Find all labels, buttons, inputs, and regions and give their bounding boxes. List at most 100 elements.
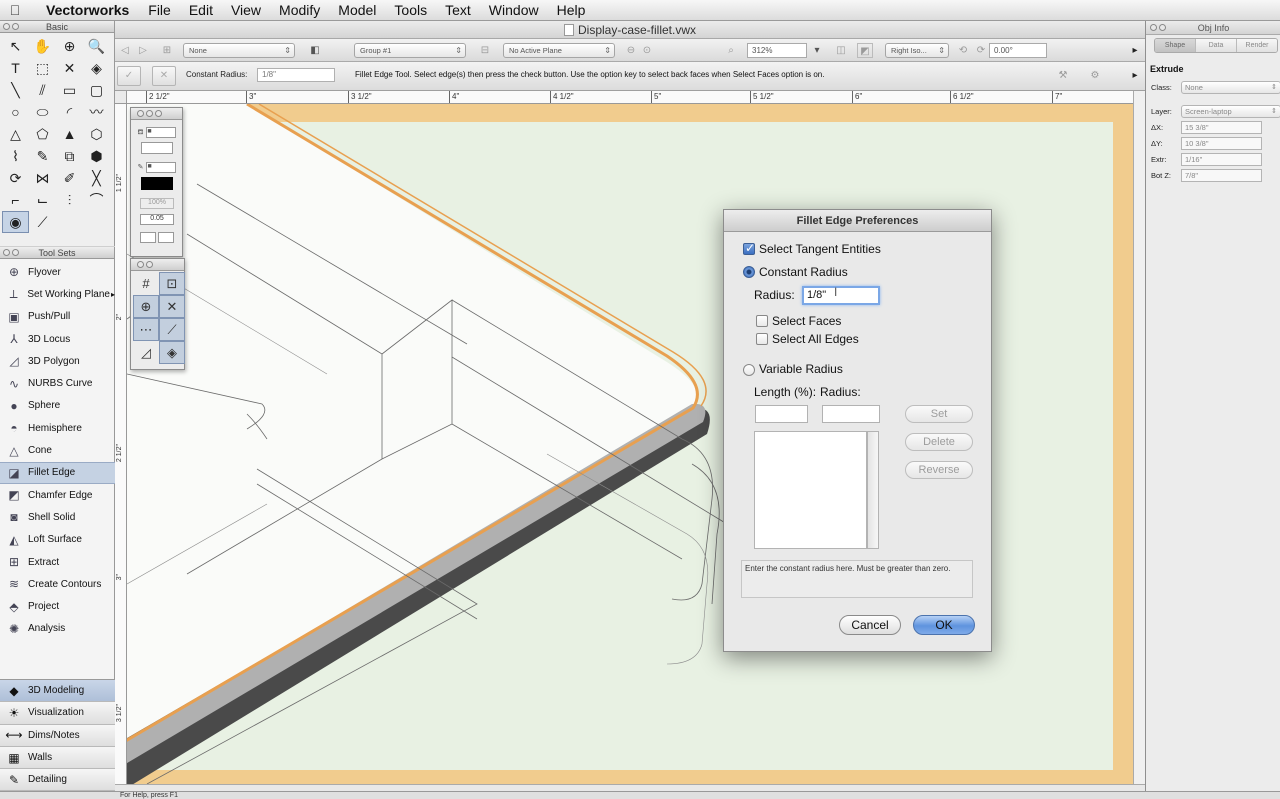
offset-icon[interactable]: ⧉ (56, 145, 83, 167)
select-faces-checkbox[interactable] (756, 315, 768, 327)
palette-window-controls[interactable] (1150, 24, 1166, 31)
snap-to-angle-icon[interactable]: ⊕ (133, 295, 159, 318)
active-layer-dropdown[interactable]: Group #1 (354, 43, 466, 58)
fill-style-dropdown[interactable]: ■ (146, 126, 177, 138)
chamfer-2d-icon[interactable]: ⌙ (29, 189, 56, 211)
arrowhead-start-dropdown[interactable] (140, 231, 156, 243)
tool-hemisphere[interactable]: ◓ Hemisphere (0, 417, 115, 439)
freehand-icon[interactable]: 〰 (83, 101, 110, 123)
zoom-icon[interactable]: 🔍 (83, 35, 110, 57)
objinfo-layer-dropdown[interactable]: Screen-laptop (1181, 105, 1280, 118)
selection-rect-icon[interactable]: ⬚ (29, 57, 56, 79)
smart-edge-icon[interactable]: ◿ (133, 341, 159, 364)
palette-window-controls[interactable] (3, 23, 19, 30)
horizontal-scrollbar[interactable] (115, 784, 1145, 791)
mode-options-icon[interactable]: ⚙ (1087, 68, 1103, 83)
ok-button[interactable]: OK (913, 615, 975, 635)
tool-create-contours[interactable]: ≋ Create Contours (0, 573, 115, 595)
select-faces-label[interactable]: Select Faces (772, 314, 841, 328)
shape-icon[interactable]: ⬢ (83, 145, 110, 167)
palette-window-controls[interactable] (137, 110, 162, 117)
menu-file[interactable]: File (139, 2, 180, 18)
tool-fillet-edge[interactable]: ◪ Fillet Edge (0, 461, 115, 484)
variable-radius-input[interactable] (822, 405, 880, 423)
fill-bucket-icon[interactable]: ⛾ (138, 128, 144, 137)
zoom-field[interactable]: 312% (747, 43, 807, 58)
horizontal-ruler[interactable]: 2 1/2" 3" 3 1/2" 4" 4 1/2" 5" 5 1/2" 6" 6 1/2" 7" (127, 91, 1133, 104)
tool-cone[interactable]: △ Cone (0, 439, 115, 461)
apple-menu-icon[interactable]:  (0, 2, 30, 18)
arrow-icon[interactable]: ↖ (2, 35, 29, 57)
select-tangent-checkbox[interactable] (743, 241, 755, 255)
menu-text[interactable]: Text (436, 2, 480, 18)
arc-icon[interactable]: ◜ (56, 101, 83, 123)
basic-palette-title[interactable]: Basic (0, 21, 114, 33)
menu-view[interactable]: View (222, 2, 270, 18)
menu-edit[interactable]: Edit (180, 2, 222, 18)
select-tangent-label[interactable]: Select Tangent Entities (759, 242, 881, 256)
select-all-edges-checkbox[interactable] (756, 333, 768, 345)
dimension-icon[interactable]: ⟋ (29, 211, 56, 233)
preferences-icon[interactable]: ⚒ (1055, 68, 1071, 83)
attributes-palette-title[interactable] (131, 108, 182, 120)
menu-window[interactable]: Window (480, 2, 548, 18)
active-class-dropdown[interactable]: None (183, 43, 295, 58)
vertical-scrollbar[interactable] (1133, 91, 1145, 784)
spiral-icon[interactable]: ⌇ (2, 145, 29, 167)
toolset-3d-modeling[interactable]: ◆ 3D Modeling (0, 680, 115, 703)
visibility-icon[interactable]: ◉ (2, 211, 29, 233)
tool-project[interactable]: ⬘ Project (0, 595, 115, 617)
tool-nurbs-curve[interactable]: ∿ NURBS Curve (0, 372, 115, 394)
tool-shell-solid[interactable]: ◙ Shell Solid (0, 506, 115, 528)
arrowhead-end-dropdown[interactable] (158, 231, 174, 243)
cancel-x-button[interactable]: ✕ (152, 66, 176, 86)
render-mode-icon[interactable]: ◩ (857, 43, 873, 58)
ruler-origin[interactable] (115, 91, 127, 104)
rotation-field[interactable]: 0.00° (989, 43, 1047, 58)
forward-arrow-icon[interactable]: ▷ (135, 43, 151, 58)
tool-analysis[interactable]: ✺ Analysis (0, 618, 115, 640)
line-weight-dropdown[interactable]: 0.05 (140, 213, 174, 225)
pan-icon[interactable]: ✋ (29, 35, 56, 57)
menu-help[interactable]: Help (548, 2, 595, 18)
x-icon[interactable]: ✕ (56, 57, 83, 79)
class-options-icon[interactable]: ⊞ (159, 43, 175, 58)
mode-bar-expand-icon[interactable]: ▸ (1127, 68, 1143, 83)
view-bar-expand-icon[interactable]: ▸ (1127, 43, 1143, 58)
radius-input[interactable]: 1/8" (802, 286, 880, 305)
oval-icon[interactable]: ⬭ (29, 101, 56, 123)
object-info-title[interactable]: Obj Info (1146, 21, 1280, 35)
rotate-view-icon[interactable]: ⟲ (955, 43, 971, 58)
delete-button[interactable]: Delete (905, 433, 973, 451)
pen-color-swatch[interactable] (141, 176, 173, 190)
constant-radius-radio[interactable] (743, 266, 755, 278)
flyover-icon[interactable]: ⊕ (56, 35, 83, 57)
dialog-title[interactable]: Fillet Edge Preferences (724, 210, 991, 232)
tab-shape[interactable]: Shape (1155, 39, 1196, 52)
reverse-button[interactable]: Reverse (905, 461, 973, 479)
tool-3d-locus[interactable]: ⅄ 3D Locus (0, 328, 115, 350)
variable-radius-list-scrollbar[interactable] (867, 431, 879, 549)
toolset-detailing[interactable]: ✎ Detailing (0, 769, 115, 792)
attribute-icon[interactable]: ◈ (83, 57, 110, 79)
snap-to-tangent-icon[interactable]: ◈ (159, 341, 185, 364)
polygon-icon[interactable]: ⬠ (29, 123, 56, 145)
snapping-palette-title[interactable] (131, 259, 184, 271)
confirm-check-button[interactable]: ✓ (117, 66, 141, 86)
eyedropper-icon[interactable]: ✎ (29, 145, 56, 167)
text-icon[interactable]: T (2, 57, 29, 79)
standard-view-icon[interactable]: ⊙ (639, 43, 655, 58)
tab-data[interactable]: Data (1196, 39, 1237, 52)
layer-options-icon[interactable]: ◧ (307, 43, 323, 58)
rotate-icon[interactable]: ⟳ (2, 167, 29, 189)
variable-radius-list[interactable] (754, 431, 867, 549)
fillet-2d-icon[interactable]: ⌐ (2, 189, 29, 211)
double-line-icon[interactable]: ⫽ (29, 79, 56, 101)
rectangle-icon[interactable]: ▭ (56, 79, 83, 101)
zoom-dropdown-arrow-icon[interactable]: ▾ (809, 43, 825, 58)
projection-icon[interactable]: ◫ (833, 43, 849, 58)
tool-sphere[interactable]: ● Sphere (0, 395, 115, 417)
zoom-out-icon[interactable]: ⊖ (623, 43, 639, 58)
menu-modify[interactable]: Modify (270, 2, 329, 18)
objinfo-botz-field[interactable]: 7/8" (1181, 169, 1262, 182)
